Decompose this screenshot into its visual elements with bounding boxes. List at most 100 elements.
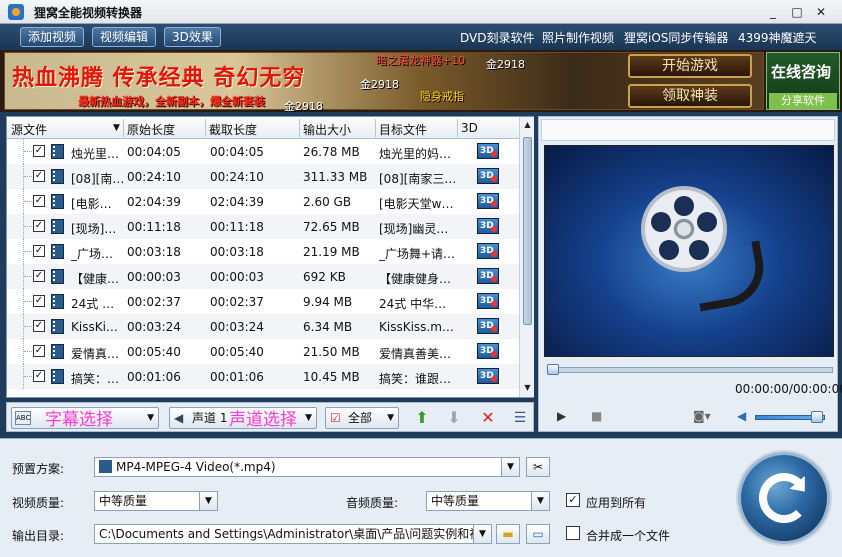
- table-row[interactable]: ✓ [08][南… 00:24:10 00:24:10 311.33 MB [08][南家…: [7, 164, 519, 189]
- col-cut-length[interactable]: 截取长度: [209, 121, 257, 138]
- table-row[interactable]: ✓ 搞笑：… 00:01:06 00:01:06 10.45 MB 搞笑：谁跟… 3D: [7, 364, 519, 389]
- 3d-effect-icon[interactable]: 3D: [477, 218, 499, 234]
- settings-icon[interactable]: ✂: [526, 457, 550, 477]
- file-list-scrollbar[interactable]: ▲ ▼: [519, 117, 534, 397]
- video-preview[interactable]: [544, 145, 834, 357]
- row-checkbox[interactable]: ✓: [33, 220, 45, 232]
- output-size: 311.33 MB: [303, 170, 368, 184]
- open-folder-icon[interactable]: ▭: [526, 524, 550, 544]
- close-button[interactable]: ✕: [812, 4, 830, 20]
- ios-sync-link[interactable]: 狸窝iOS同步传输器: [624, 29, 728, 46]
- scroll-thumb[interactable]: [523, 137, 532, 325]
- add-video-button[interactable]: 添加视频: [20, 27, 85, 47]
- sort-arrow-icon[interactable]: ▼: [113, 123, 120, 133]
- apply-all-checkbox[interactable]: ✓: [566, 493, 580, 507]
- row-checkbox[interactable]: ✓: [33, 370, 45, 382]
- ad-subtitle: 最新热血游戏，全新副本，爆全新套装: [78, 95, 265, 108]
- table-row[interactable]: ✓ [现场]… 00:11:18 00:11:18 72.65 MB [现场]幽灵… 3D: [7, 214, 519, 239]
- col-output-size[interactable]: 输出大小: [303, 121, 351, 138]
- start-game-button[interactable]: 开始游戏: [628, 54, 752, 78]
- preset-select[interactable]: MP4-MPEG-4 Video(*.mp4) ▼: [94, 457, 520, 477]
- original-length: 00:02:37: [127, 295, 181, 309]
- scroll-up-icon[interactable]: ▲: [522, 120, 533, 129]
- convert-button[interactable]: [738, 452, 830, 544]
- 3d-effect-icon[interactable]: 3D: [477, 168, 499, 184]
- col-3d[interactable]: 3D: [461, 121, 478, 135]
- seek-thumb[interactable]: [547, 364, 559, 375]
- table-row[interactable]: ✓ 【健康… 00:00:03 00:00:03 692 KB 【健康健身… 3D: [7, 264, 519, 289]
- edit-video-button[interactable]: 视频编辑: [92, 27, 157, 47]
- file-rows: ✓ 烛光里… 00:04:05 00:04:05 26.78 MB 烛光里的妈… 3D ✓ [0…: [7, 139, 519, 397]
- row-checkbox[interactable]: ✓: [33, 295, 45, 307]
- maximize-button[interactable]: □: [788, 4, 806, 20]
- col-orig-length[interactable]: 原始长度: [127, 121, 175, 138]
- row-checkbox[interactable]: ✓: [33, 320, 45, 332]
- dvd-burn-link[interactable]: DVD刻录软件: [460, 29, 534, 46]
- chevron-down-icon: ▼: [199, 492, 217, 510]
- stop-icon[interactable]: ■: [591, 409, 602, 423]
- 3d-effect-icon[interactable]: 3D: [477, 368, 499, 384]
- chevron-down-icon: ▼: [147, 413, 154, 423]
- play-icon[interactable]: ▶: [557, 409, 566, 423]
- volume-icon[interactable]: ◀: [737, 409, 746, 423]
- video-file-icon: [51, 294, 64, 309]
- photo-video-link[interactable]: 照片制作视频: [542, 29, 614, 46]
- minimize-button[interactable]: _: [764, 4, 782, 20]
- video-file-icon: [51, 344, 64, 359]
- row-checkbox[interactable]: ✓: [33, 145, 45, 157]
- 3d-effect-icon[interactable]: 3D: [477, 243, 499, 259]
- video-format-icon: [99, 460, 112, 473]
- video-file-icon: [51, 369, 64, 384]
- col-target[interactable]: 目标文件: [379, 121, 427, 138]
- audio-quality-label: 音频质量:: [346, 496, 399, 510]
- chevron-down-icon: ▼: [305, 413, 312, 423]
- 3d-effect-icon[interactable]: 3D: [477, 268, 499, 284]
- table-row[interactable]: ✓ 爱情真… 00:05:40 00:05:40 21.50 MB 爱情真善美… 3D: [7, 339, 519, 364]
- scroll-down-icon[interactable]: ▼: [522, 383, 533, 392]
- film-reel-icon: [641, 186, 727, 272]
- row-checkbox[interactable]: ✓: [33, 345, 45, 357]
- table-row[interactable]: ✓ _广场… 00:03:18 00:03:18 21.19 MB _广场舞+请… 3D: [7, 239, 519, 264]
- merge-checkbox[interactable]: [566, 526, 580, 540]
- seek-bar[interactable]: [549, 367, 833, 373]
- ad-banner[interactable]: 热血沸腾 传承经典 奇幻无穷 最新热血游戏，全新副本，爆全新套装 暗之屠龙神器+…: [0, 50, 842, 112]
- 3d-effect-icon[interactable]: 3D: [477, 193, 499, 209]
- video-quality-select[interactable]: 中等质量 ▼: [94, 491, 218, 511]
- table-row[interactable]: ✓ [电影… 02:04:39 02:04:39 2.60 GB [电影天堂w… 3D: [7, 189, 519, 214]
- output-size: 72.65 MB: [303, 220, 360, 234]
- video-file-icon: [51, 219, 64, 234]
- row-checkbox[interactable]: ✓: [33, 195, 45, 207]
- audio-quality-select[interactable]: 中等质量 ▼: [426, 491, 550, 511]
- 3d-effect-icon[interactable]: 3D: [477, 143, 499, 159]
- row-checkbox[interactable]: ✓: [33, 245, 45, 257]
- volume-thumb[interactable]: [811, 411, 823, 423]
- table-row[interactable]: ✓ 烛光里… 00:04:05 00:04:05 26.78 MB 烛光里的妈… 3D: [7, 139, 519, 164]
- get-gear-button[interactable]: 领取神装: [628, 84, 752, 108]
- video-file-icon: [51, 269, 64, 284]
- clear-list-icon[interactable]: ☰: [511, 409, 529, 427]
- 3d-effect-icon[interactable]: 3D: [477, 343, 499, 359]
- select-all-dropdown[interactable]: ☑ 全部 ▼: [325, 407, 399, 429]
- move-up-icon[interactable]: ⬆: [413, 409, 431, 427]
- table-row[interactable]: ✓ 24式 … 00:02:37 00:02:37 9.94 MB 24式 中华… 3D: [7, 289, 519, 314]
- settings-panel: 预置方案: MP4-MPEG-4 Video(*.mp4) ▼ ✂ 视频质量: …: [0, 438, 842, 557]
- table-row[interactable]: ✓ KissKi… 00:03:24 00:03:24 6.34 MB KissKiss.…: [7, 314, 519, 339]
- effect-3d-button[interactable]: 3D效果: [164, 27, 221, 47]
- browse-folder-icon[interactable]: ▬: [496, 524, 520, 544]
- camera-icon[interactable]: ◙▾: [693, 409, 711, 423]
- row-checkbox[interactable]: ✓: [33, 170, 45, 182]
- target-file-name: [现场]幽灵…: [379, 222, 449, 236]
- share-software-button[interactable]: 分享软件: [769, 93, 837, 109]
- target-file-name: KissKiss.m…: [379, 320, 454, 334]
- online-consult-panel[interactable]: 在线咨询 分享软件: [766, 52, 840, 110]
- video-quality-value: 中等质量: [99, 494, 148, 508]
- game-link[interactable]: 4399神魔遮天: [738, 29, 817, 46]
- ad-item-text: 暗之屠龙神器+10: [376, 54, 466, 67]
- row-checkbox[interactable]: ✓: [33, 270, 45, 282]
- output-dir-select[interactable]: C:\Documents and Settings\Administrator\…: [94, 524, 492, 544]
- 3d-effect-icon[interactable]: 3D: [477, 318, 499, 334]
- move-down-icon[interactable]: ⬇: [445, 409, 463, 427]
- delete-icon[interactable]: ✕: [479, 409, 497, 427]
- 3d-effect-icon[interactable]: 3D: [477, 293, 499, 309]
- col-source[interactable]: 源文件: [11, 121, 47, 138]
